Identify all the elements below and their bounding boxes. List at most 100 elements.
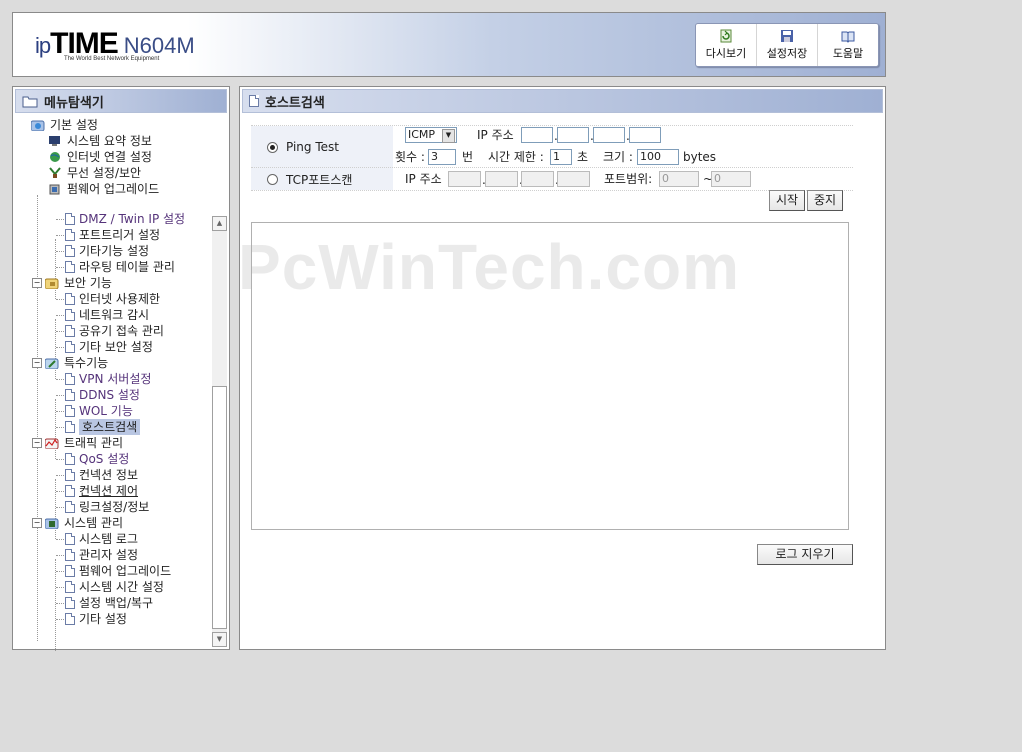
reload-button[interactable]: 다시보기 xyxy=(696,24,757,66)
page-icon xyxy=(65,325,75,337)
ping-ip-octet-4[interactable] xyxy=(629,127,661,143)
scroll-down-arrow-icon[interactable]: ▼ xyxy=(212,632,227,647)
globe-icon xyxy=(50,152,60,162)
ping-timeout-label: 시간 제한 : xyxy=(488,150,544,164)
menu-item-label: 기타 설정 xyxy=(79,612,127,626)
menu-item-label: VPN 서버설정 xyxy=(79,372,152,386)
menu-item-link-settings[interactable]: 링크설정/정보 xyxy=(65,499,149,515)
chevron-down-icon: ▼ xyxy=(442,129,455,143)
menu-explorer-panel: 메뉴탐색기 기본 설정 시스템 요약 정보 인터넷 연결 설정 무선 설정/보안… xyxy=(12,86,230,651)
menu-item-routing-table[interactable]: 라우팅 테이블 관리 xyxy=(65,259,175,275)
menu-item-access-management[interactable]: 공유기 접속 관리 xyxy=(65,323,164,339)
menu-item-misc-security[interactable]: 기타 보안 설정 xyxy=(65,339,153,355)
scroll-up-arrow-icon[interactable]: ▲ xyxy=(212,216,227,231)
ping-count-label: 횟수 : xyxy=(395,150,425,164)
menu-item-system-summary[interactable]: 시스템 요약 정보 xyxy=(48,133,152,149)
menu-item-label: 포트트리거 설정 xyxy=(79,228,161,242)
host-search-header: 호스트검색 xyxy=(242,89,883,113)
menu-item-port-trigger[interactable]: 포트트리거 설정 xyxy=(65,227,160,243)
page-icon xyxy=(65,533,75,545)
page-icon xyxy=(65,501,75,513)
ping-test-label: Ping Test xyxy=(286,140,339,154)
tcp-port-from-input[interactable]: 0 xyxy=(659,171,699,187)
menu-item-connection-control[interactable]: 컨넥션 제어 xyxy=(65,483,138,499)
menu-item-internet-restriction[interactable]: 인터넷 사용제한 xyxy=(65,291,160,307)
menu-category-system[interactable]: − 시스템 관리 xyxy=(32,515,123,531)
menu-item-host-search[interactable]: 호스트검색 xyxy=(65,419,141,435)
menu-item-wol[interactable]: WOL 기능 xyxy=(65,403,133,419)
save-settings-button[interactable]: 설정저장 xyxy=(757,24,818,66)
menu-item-dmz[interactable]: DMZ / Twin IP 설정 xyxy=(65,211,185,227)
ping-count-input[interactable]: 3 xyxy=(428,149,456,165)
menu-category-label: 기본 설정 xyxy=(50,118,98,132)
scrollbar-thumb[interactable] xyxy=(212,386,227,629)
menu-item-ddns[interactable]: DDNS 설정 xyxy=(65,387,140,403)
tcp-ip-octet-2[interactable] xyxy=(485,171,518,187)
clear-log-button[interactable]: 로그 지우기 xyxy=(757,544,853,565)
menu-item-connection-info[interactable]: 컨넥션 정보 xyxy=(65,467,138,483)
menu-item-admin-settings[interactable]: 관리자 설정 xyxy=(65,547,138,563)
tcp-ip-octet-1[interactable] xyxy=(448,171,481,187)
menu-category-security[interactable]: − 보안 기능 xyxy=(32,275,112,291)
tcp-port-to-input[interactable]: 0 xyxy=(711,171,751,187)
page-icon xyxy=(65,261,75,273)
ping-timeout-input[interactable]: 1 xyxy=(550,149,572,165)
menu-item-misc-functions[interactable]: 기타기능 설정 xyxy=(65,243,149,259)
menu-item-network-monitor[interactable]: 네트워크 감시 xyxy=(65,307,149,323)
tcp-scan-option[interactable]: TCP포트스캔 xyxy=(251,168,393,190)
ping-ip-octet-1[interactable] xyxy=(521,127,553,143)
menu-category-traffic[interactable]: − 트래픽 관리 xyxy=(32,435,123,451)
menu-explorer-title: 메뉴탐색기 xyxy=(44,95,104,111)
tcp-ip-octet-4[interactable] xyxy=(557,171,590,187)
book-icon xyxy=(841,31,855,43)
watermark-text: PcWinTech.com xyxy=(238,231,740,303)
stop-button[interactable]: 중지 xyxy=(807,190,843,211)
collapse-icon[interactable]: − xyxy=(32,358,42,368)
menu-item-system-log[interactable]: 시스템 로그 xyxy=(65,531,138,547)
traffic-graph-icon xyxy=(45,438,59,449)
page-title: 호스트검색 xyxy=(265,95,325,111)
menu-item-backup-restore[interactable]: 설정 백업/복구 xyxy=(65,595,153,611)
tcp-ip-octet-3[interactable] xyxy=(521,171,554,187)
ping-size-input[interactable]: 100 xyxy=(637,149,679,165)
menu-item-wireless-settings[interactable]: 무선 설정/보안 xyxy=(48,165,141,181)
help-button[interactable]: 도움말 xyxy=(818,24,878,66)
menu-item-firmware-upgrade[interactable]: 펌웨어 업그레이드 xyxy=(48,181,159,197)
menu-item-label: 호스트검색 xyxy=(79,419,141,435)
menu-item-label: 링크설정/정보 xyxy=(79,500,150,514)
collapse-icon[interactable]: − xyxy=(32,438,42,448)
ping-ip-octet-3[interactable] xyxy=(593,127,625,143)
protocol-select[interactable]: ICMP ▼ xyxy=(405,127,457,143)
menu-scrollbar[interactable]: ▲ ▼ xyxy=(212,216,227,647)
model-name: N604M xyxy=(123,33,195,58)
page-icon xyxy=(65,213,75,225)
ping-test-option[interactable]: Ping Test xyxy=(251,126,393,168)
menu-item-misc-settings[interactable]: 기타 설정 xyxy=(65,611,127,627)
tree-connector xyxy=(55,559,56,651)
menu-item-label: WOL 기능 xyxy=(79,404,133,418)
page-icon xyxy=(65,597,75,609)
page-icon xyxy=(65,613,75,625)
menu-item-label: 컨넥션 정보 xyxy=(79,468,139,482)
menu-item-label: DDNS 설정 xyxy=(79,388,140,402)
menu-item-internet-connection[interactable]: 인터넷 연결 설정 xyxy=(48,149,152,165)
menu-item-label: 인터넷 사용제한 xyxy=(79,292,161,306)
menu-item-firmware-upgrade-2[interactable]: 펌웨어 업그레이드 xyxy=(65,563,171,579)
tcp-ip-label: IP 주소 xyxy=(405,172,442,186)
menu-category-label: 시스템 관리 xyxy=(64,516,124,530)
menu-category-basic[interactable]: 기본 설정 xyxy=(31,117,98,133)
collapse-icon[interactable]: − xyxy=(32,278,42,288)
menu-item-system-time[interactable]: 시스템 시간 설정 xyxy=(65,579,164,595)
logo-tagline: The World Best Network Equipment xyxy=(64,56,160,62)
ping-test-radio[interactable] xyxy=(267,141,278,153)
collapse-icon[interactable]: − xyxy=(32,518,42,528)
menu-item-vpn-server[interactable]: VPN 서버설정 xyxy=(65,371,151,387)
page-icon xyxy=(65,373,75,385)
help-label: 도움말 xyxy=(832,47,864,60)
ping-ip-octet-2[interactable] xyxy=(557,127,589,143)
header-toolbar: 다시보기 설정저장 도움말 xyxy=(695,23,879,67)
start-button[interactable]: 시작 xyxy=(769,190,805,211)
menu-item-qos[interactable]: QoS 설정 xyxy=(65,451,129,467)
tcp-scan-radio[interactable] xyxy=(267,173,278,185)
menu-category-special[interactable]: − 특수기능 xyxy=(32,355,108,371)
